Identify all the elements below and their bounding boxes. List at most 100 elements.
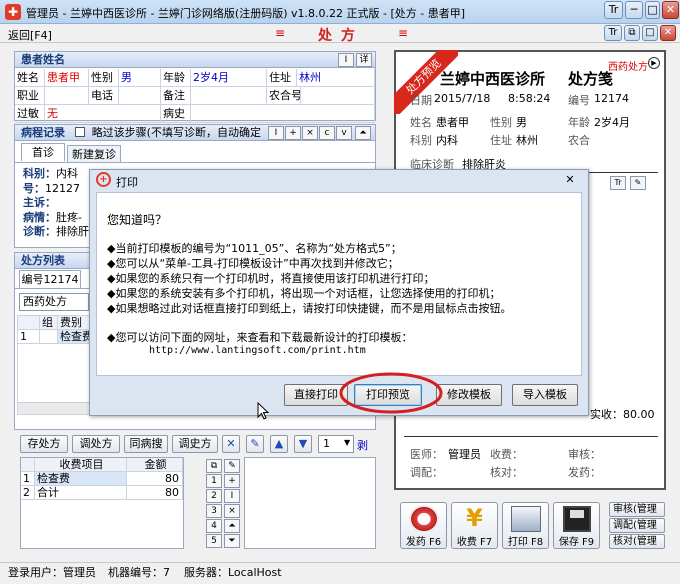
patient-detail-button[interactable]: 详 bbox=[356, 53, 372, 67]
patient-i-button[interactable]: I bbox=[338, 53, 354, 67]
rx-dept: 内科 bbox=[436, 134, 458, 147]
save-presc-button[interactable]: 存处方 bbox=[20, 435, 68, 453]
fee-add-icon[interactable]: + bbox=[224, 474, 240, 488]
modify-template-button[interactable]: 修改模板 bbox=[436, 384, 502, 406]
status-bar: 登录用户：管理员 机器编号：7 服务器：LocalHost bbox=[0, 562, 680, 584]
dialog-title: 打印 bbox=[116, 176, 138, 189]
more-link[interactable]: 剥 bbox=[357, 437, 368, 453]
dialog-titlebar: + 打印 ✕ bbox=[90, 170, 588, 190]
fee-i-icon[interactable]: I bbox=[224, 489, 240, 503]
job-field[interactable] bbox=[45, 87, 89, 105]
fee-side-5[interactable]: 5 bbox=[206, 534, 222, 548]
history-presc-button[interactable]: 调史方 bbox=[172, 435, 218, 453]
record-copy-button[interactable]: c bbox=[319, 126, 335, 140]
next-icon[interactable]: ▶ bbox=[648, 57, 660, 69]
fee-down-icon[interactable]: ⏷ bbox=[224, 534, 240, 548]
rx-type-tag: 西药处方 bbox=[608, 62, 648, 73]
edit-icon[interactable]: ✎ bbox=[246, 435, 264, 453]
rural-label: 农合号 bbox=[267, 87, 301, 105]
fee-delete-icon[interactable]: × bbox=[224, 504, 240, 518]
skip-checkbox[interactable] bbox=[74, 127, 85, 137]
row-group[interactable] bbox=[40, 330, 58, 344]
record-up-button[interactable]: ⏶ bbox=[355, 126, 371, 140]
rural-field[interactable] bbox=[301, 87, 375, 105]
restore-icon[interactable]: ⧉ bbox=[624, 25, 640, 41]
font-icon[interactable]: Tr bbox=[604, 25, 622, 41]
arrow-up-icon[interactable]: ▲ bbox=[270, 435, 288, 453]
fee-item[interactable]: 检查费 bbox=[35, 472, 127, 486]
presc-type-select[interactable]: 西药处方 bbox=[19, 293, 89, 311]
tb-tool-icon[interactable]: Tr bbox=[604, 1, 623, 19]
record-paste-button[interactable]: v bbox=[336, 126, 352, 140]
yen-icon: ¥ bbox=[466, 504, 483, 532]
fee-side-1[interactable]: 1 bbox=[206, 474, 222, 488]
address-field[interactable]: 林州 bbox=[297, 69, 375, 87]
patient-section-title: 患者姓名 bbox=[15, 52, 375, 68]
record-add-button[interactable]: + bbox=[285, 126, 301, 140]
rx-paid: 实收：80.00 bbox=[590, 408, 655, 421]
subclose-icon[interactable]: ✕ bbox=[660, 25, 676, 41]
dispense-button[interactable]: 调配(管理 bbox=[609, 518, 665, 533]
fee-detail-area bbox=[244, 457, 376, 549]
window-icon[interactable]: □ bbox=[642, 25, 658, 41]
adjust-presc-button[interactable]: 调处方 bbox=[72, 435, 120, 453]
floppy-icon bbox=[562, 506, 591, 532]
fee-copy-icon[interactable]: ⧉ bbox=[206, 459, 222, 473]
tab-new-revisit[interactable]: 新建复诊 bbox=[67, 145, 121, 163]
note-label: 备注 bbox=[161, 87, 191, 105]
tab-first-visit[interactable]: 首诊 bbox=[21, 143, 65, 161]
fee-up-icon[interactable]: ⏶ bbox=[224, 519, 240, 533]
maximize-button[interactable]: □ bbox=[645, 1, 660, 19]
status-user: 登录用户：管理员 bbox=[8, 566, 96, 579]
fee-total-label: 合计 bbox=[35, 486, 127, 500]
review-button[interactable]: 审核(管理 bbox=[609, 502, 665, 517]
job-label: 职业 bbox=[15, 87, 45, 105]
arrow-down-icon[interactable]: ▼ bbox=[294, 435, 312, 453]
printer-icon bbox=[510, 506, 541, 532]
minimize-button[interactable]: ─ bbox=[625, 1, 643, 19]
note-field[interactable] bbox=[191, 87, 267, 105]
age-field[interactable]: 2岁4月 bbox=[191, 69, 267, 87]
rx-form-title: 处方笺 bbox=[568, 70, 614, 88]
tab-presc-no[interactable]: 编号12174 bbox=[19, 270, 81, 288]
fee-side-4[interactable]: 4 bbox=[206, 519, 222, 533]
same-disease-button[interactable]: 同病搜 bbox=[124, 435, 168, 453]
dialog-url[interactable]: http://www.lantingsoft.com/print.htm bbox=[149, 345, 366, 356]
fee-side-2[interactable]: 2 bbox=[206, 489, 222, 503]
record-i-button[interactable]: I bbox=[268, 126, 284, 140]
quantity-chevron-icon[interactable]: ▼ bbox=[344, 438, 350, 447]
gender-field[interactable]: 男 bbox=[119, 69, 161, 87]
phone-field[interactable] bbox=[119, 87, 161, 105]
charge-button[interactable]: ¥ 收费 F7 bbox=[451, 502, 498, 549]
highlight-ellipse bbox=[339, 372, 443, 414]
row-fee[interactable]: 检查费 bbox=[58, 330, 92, 344]
import-template-button[interactable]: 导入模板 bbox=[512, 384, 578, 406]
dialog-close-button[interactable]: ✕ bbox=[560, 172, 580, 188]
col-fee: 费别 bbox=[58, 316, 92, 330]
title-bar: ✚ 管理员 - 兰婷中西医诊所 - 兰婷门诊网络版(注册码版) v1.8.0.2… bbox=[0, 0, 680, 24]
name-label: 姓名 bbox=[15, 69, 45, 87]
send-medicine-button[interactable]: 发药 F6 bbox=[400, 502, 447, 549]
pills-icon bbox=[408, 505, 439, 533]
print-button[interactable]: 打印 F8 bbox=[502, 502, 549, 549]
allergy-field[interactable]: 无 bbox=[45, 105, 161, 123]
history-field[interactable] bbox=[191, 105, 375, 123]
gender-label: 性别 bbox=[89, 69, 119, 87]
patient-panel: 患者姓名 I 详 姓名 患者甲 性别 男 年龄 2岁4月 住址 林州 职业 电话… bbox=[14, 51, 376, 123]
delete-x-icon[interactable]: ✕ bbox=[222, 435, 240, 453]
rx-gender: 男 bbox=[516, 116, 527, 129]
fee-edit-icon[interactable]: ✎ bbox=[224, 459, 240, 473]
save-button[interactable]: 保存 F9 bbox=[553, 502, 600, 549]
fee-side-3[interactable]: 3 bbox=[206, 504, 222, 518]
record-delete-button[interactable]: × bbox=[302, 126, 318, 140]
fee-amount[interactable]: 80 bbox=[127, 472, 183, 486]
preview-font-icon[interactable]: Tr bbox=[610, 176, 626, 190]
rx-age: 2岁4月 bbox=[594, 116, 630, 129]
close-button[interactable]: ✕ bbox=[662, 1, 679, 19]
preview-edit-icon[interactable]: ✎ bbox=[630, 176, 646, 190]
fees-table: 收费项目 金额 1 检查费 80 2 合计 80 bbox=[20, 457, 184, 549]
dialog-bullets: ◆当前打印模板的编号为“1011_05”、名称为“处方格式5”； ◆您可以从“菜… bbox=[107, 242, 512, 315]
name-field[interactable]: 患者甲 bbox=[45, 69, 89, 87]
back-button[interactable]: 返回[F4] bbox=[8, 27, 52, 43]
check-button[interactable]: 核对(管理 bbox=[609, 534, 665, 549]
